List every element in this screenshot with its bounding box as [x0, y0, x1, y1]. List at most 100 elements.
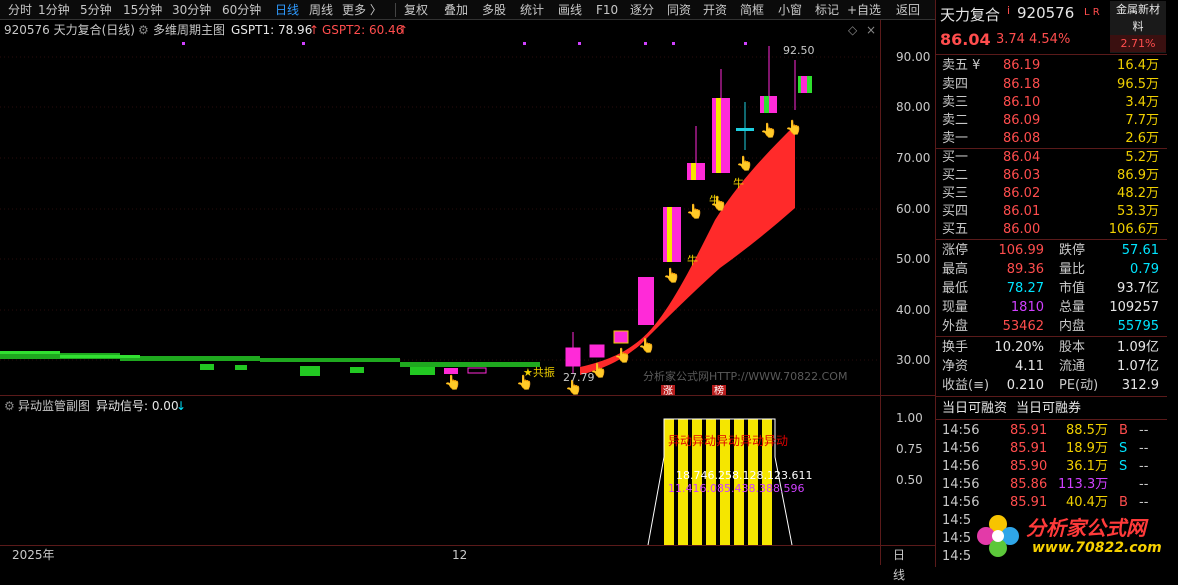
trade-row: 14:56 85.90 36.1万 S --	[936, 457, 1167, 476]
svg-text:👆: 👆	[638, 337, 655, 354]
bid-volume: 5.2万	[1125, 150, 1159, 165]
panel-divider	[936, 396, 1167, 397]
date-axis: 2025年 12 日线	[0, 545, 905, 582]
logo-title: 分析家公式网	[1026, 516, 1146, 540]
sector-box[interactable]: 金属新材料 2.71%	[1110, 1, 1166, 53]
tool-simple-frame-button[interactable]: 简框	[740, 2, 764, 18]
bid-volume: 106.6万	[1108, 222, 1159, 237]
indicator-settings-icon[interactable]: ⚙	[138, 21, 149, 39]
stock-period-label: 920576 天力复合(日线)	[4, 23, 135, 37]
fundamental-value: 4.11	[1015, 359, 1044, 374]
main-price-chart[interactable]: 👆👆 👆👆 👆👆 👆👆 👆 👆 👆 👆 牛 牛 牛 92.50 27.79 ★共振 …	[0, 40, 880, 395]
fundamental-row: 收益(≡) 0.210 PE(动) 312.9	[936, 376, 1167, 395]
period-tab-1min[interactable]: 1分钟	[38, 2, 70, 18]
gspt1-up-arrow-icon: ↑	[309, 23, 320, 37]
fundamental-value: 10.20%	[994, 340, 1044, 355]
base-volume-band	[0, 351, 540, 376]
price-tick: 60.00	[896, 202, 931, 216]
period-tab-5min[interactable]: 5分钟	[80, 2, 112, 18]
bid-label: 买二	[942, 168, 969, 183]
stat-label: 最高	[942, 262, 969, 277]
tool-fuquan-button[interactable]: 复权	[404, 2, 428, 18]
panel-divider	[936, 54, 1167, 55]
bull-label: 牛	[733, 176, 744, 190]
stock-flag: i	[1007, 4, 1011, 17]
fundamental-value: 1.09亿	[1117, 340, 1159, 355]
svg-text:👆: 👆	[736, 155, 753, 172]
tool-f10-button[interactable]: F10	[596, 2, 618, 18]
toolbar: 分时 1分钟 5分钟 15分钟 30分钟 60分钟 日线 周线 更多 〉 复权 …	[0, 0, 935, 20]
tool-small-window-button[interactable]: 小窗	[778, 2, 802, 18]
close-icon[interactable]: ×	[866, 21, 876, 39]
bid-row: 买四 86.01 53.3万	[936, 202, 1167, 221]
trade-row: 14:56 85.91 88.5万 B --	[936, 421, 1167, 440]
stat-value: 78.27	[1006, 281, 1044, 296]
pane-divider	[0, 395, 935, 396]
flower-logo-icon	[977, 515, 1019, 557]
ask-label: 卖二	[942, 113, 969, 128]
trade-side: S	[1119, 441, 1128, 456]
bid-row: 买二 86.03 86.9万	[936, 166, 1167, 185]
stat-label: 量比	[1059, 262, 1086, 277]
price-change-pct: 4.54%	[1029, 32, 1071, 47]
period-tab-daily[interactable]: 日线	[275, 2, 299, 18]
ask-label: 卖五 ¥	[942, 58, 981, 73]
tool-kaizi-button[interactable]: 开资	[703, 2, 727, 18]
anomaly-sub-chart[interactable]: 异动异动异动异动异动 18.746.258.128.123.611 11.416…	[0, 397, 880, 545]
tool-mark-button[interactable]: 标记	[815, 2, 839, 18]
tool-add-watchlist-button[interactable]: +自选	[847, 2, 881, 18]
indicator-name[interactable]: 多维周期主图	[153, 21, 225, 39]
diamond-icon[interactable]: ◇	[848, 21, 857, 39]
stat-value: 0.79	[1130, 262, 1159, 277]
bid-volume: 48.2万	[1117, 186, 1159, 201]
trade-row: 14:56 85.86 113.3万 --	[936, 475, 1167, 494]
trade-tail: --	[1139, 477, 1149, 492]
stat-label: 最低	[942, 281, 969, 296]
back-button[interactable]: 返回	[896, 2, 920, 18]
tool-stats-button[interactable]: 统计	[520, 2, 544, 18]
trade-time: 14:5	[942, 513, 972, 528]
period-tab-fenshi[interactable]: 分时	[8, 2, 32, 18]
bid-row: 买五 86.00 106.6万	[936, 220, 1167, 239]
tab-margin-financing[interactable]: 当日可融资	[942, 399, 1007, 418]
date-axis-period[interactable]: 日线	[893, 545, 905, 585]
margin-tabs: 当日可融资 当日可融券	[936, 399, 1167, 418]
gspt2-up-arrow-icon: ↑	[398, 23, 409, 37]
bid-label: 买五	[942, 222, 969, 237]
fundamental-label: 流通	[1059, 359, 1086, 374]
ask-row: 卖一 86.08 2.6万	[936, 129, 1167, 148]
price-tick: 40.00	[896, 303, 931, 317]
date-axis-year: 2025年	[12, 548, 55, 562]
stat-row: 最高 89.36 量比 0.79	[936, 260, 1167, 279]
red-trend-band	[580, 125, 795, 375]
limit-up-badge-text: 涨	[663, 385, 673, 395]
period-tab-60min[interactable]: 60分钟	[222, 2, 261, 18]
tool-overlay-button[interactable]: 叠加	[444, 2, 468, 18]
bid-price: 86.02	[1003, 186, 1041, 201]
period-tab-30min[interactable]: 30分钟	[172, 2, 211, 18]
tool-multi-stock-button[interactable]: 多股	[482, 2, 506, 18]
high-price-label: 92.50	[783, 44, 815, 57]
tool-draw-line-button[interactable]: 画线	[558, 2, 582, 18]
bid-label: 买四	[942, 204, 969, 219]
period-tab-15min[interactable]: 15分钟	[123, 2, 162, 18]
tab-margin-short[interactable]: 当日可融券	[1016, 399, 1081, 418]
tool-tongzi-button[interactable]: 同资	[667, 2, 691, 18]
stock-name: 天力复合	[940, 6, 1001, 24]
ask-volume: 2.6万	[1125, 131, 1159, 146]
trade-price: 85.86	[1010, 477, 1048, 492]
stat-label: 跌停	[1059, 243, 1086, 258]
bid-label: 买三	[942, 186, 969, 201]
period-tab-weekly[interactable]: 周线	[309, 2, 333, 18]
tool-tick-button[interactable]: 逐分	[630, 2, 654, 18]
ranking-badge-text: 榜	[714, 384, 724, 395]
stat-label: 外盘	[942, 319, 969, 334]
ask-volume: 96.5万	[1117, 77, 1159, 92]
trade-tail: --	[1139, 423, 1149, 438]
ask-row: 卖三 86.10 3.4万	[936, 93, 1167, 112]
date-axis-month: 12	[452, 548, 468, 562]
fundamental-value: 0.210	[1006, 378, 1044, 393]
fundamental-label: 净资	[942, 359, 969, 374]
period-more-button[interactable]: 更多 〉	[342, 2, 382, 18]
ask-volume: 16.4万	[1117, 58, 1159, 73]
